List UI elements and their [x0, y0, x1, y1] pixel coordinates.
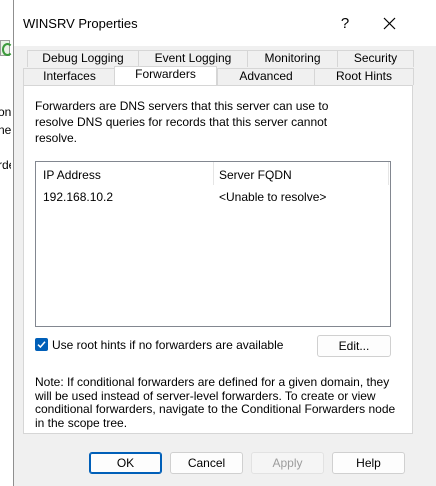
forwarders-list[interactable]: IP Address Server FQDN 192.168.10.2 <Una… [35, 161, 391, 327]
tab-label: Security [353, 51, 398, 65]
use-root-hints-label[interactable]: Use root hints if no forwarders are avai… [52, 338, 283, 352]
column-header-server-fqdn[interactable]: Server FQDN [219, 168, 292, 182]
tab-label: Debug Logging [42, 51, 124, 65]
title-bar: WINSRV Properties ? [14, 0, 436, 46]
tab-debug-logging[interactable]: Debug Logging [27, 50, 139, 67]
background-text-line: ne [0, 123, 11, 137]
background-text-line: rde [0, 158, 11, 172]
tab-label: Event Logging [154, 51, 232, 65]
properties-dialog: WINSRV Properties ? Debug Logging Event … [13, 0, 436, 486]
edit-button[interactable]: Edit... [317, 335, 391, 357]
forwarders-panel: Forwarders are DNS servers that this ser… [23, 85, 413, 434]
tab-security[interactable]: Security [337, 50, 414, 67]
refresh-icon[interactable] [0, 40, 13, 56]
table-row[interactable]: 192.168.10.2 <Unable to resolve> [36, 188, 390, 206]
column-divider[interactable] [388, 162, 389, 185]
tab-forwarders[interactable]: Forwarders [114, 66, 217, 85]
tab-root-hints[interactable]: Root Hints [314, 68, 414, 85]
tab-event-logging[interactable]: Event Logging [138, 50, 248, 67]
tab-label: Monitoring [264, 51, 321, 65]
help-title-button[interactable]: ? [336, 14, 354, 32]
column-header-ip-address[interactable]: IP Address [43, 168, 101, 182]
forwarders-description: Forwarders are DNS servers that this ser… [35, 99, 329, 145]
help-button[interactable]: Help [332, 452, 405, 474]
tab-label: Root Hints [335, 69, 393, 83]
server-fqdn-cell: <Unable to resolve> [219, 190, 327, 204]
checkmark-icon [37, 341, 46, 349]
background-app: one ne rde [0, 0, 14, 486]
tab-label: Interfaces [43, 69, 96, 83]
close-button[interactable] [380, 14, 398, 32]
tab-advanced[interactable]: Advanced [217, 68, 315, 85]
ok-button[interactable]: OK [89, 452, 162, 474]
ip-address-cell: 192.168.10.2 [43, 190, 114, 204]
tab-monitoring[interactable]: Monitoring [247, 50, 338, 67]
background-text-line: one [0, 105, 11, 119]
screen: one ne rde WINSRV Properties ? Debug Log… [0, 0, 436, 486]
list-header: IP Address Server FQDN [36, 162, 390, 185]
cancel-button[interactable]: Cancel [170, 452, 243, 474]
use-root-hints-checkbox[interactable] [35, 338, 48, 351]
window-title: WINSRV Properties [23, 16, 138, 31]
conditional-forwarders-note: Note: If conditional forwarders are defi… [35, 375, 396, 430]
tab-label: Forwarders [135, 67, 196, 81]
close-icon [383, 17, 395, 29]
tab-interfaces[interactable]: Interfaces [23, 68, 116, 85]
tab-label: Advanced [239, 69, 293, 83]
apply-button[interactable]: Apply [251, 452, 324, 474]
column-divider[interactable] [213, 162, 214, 185]
